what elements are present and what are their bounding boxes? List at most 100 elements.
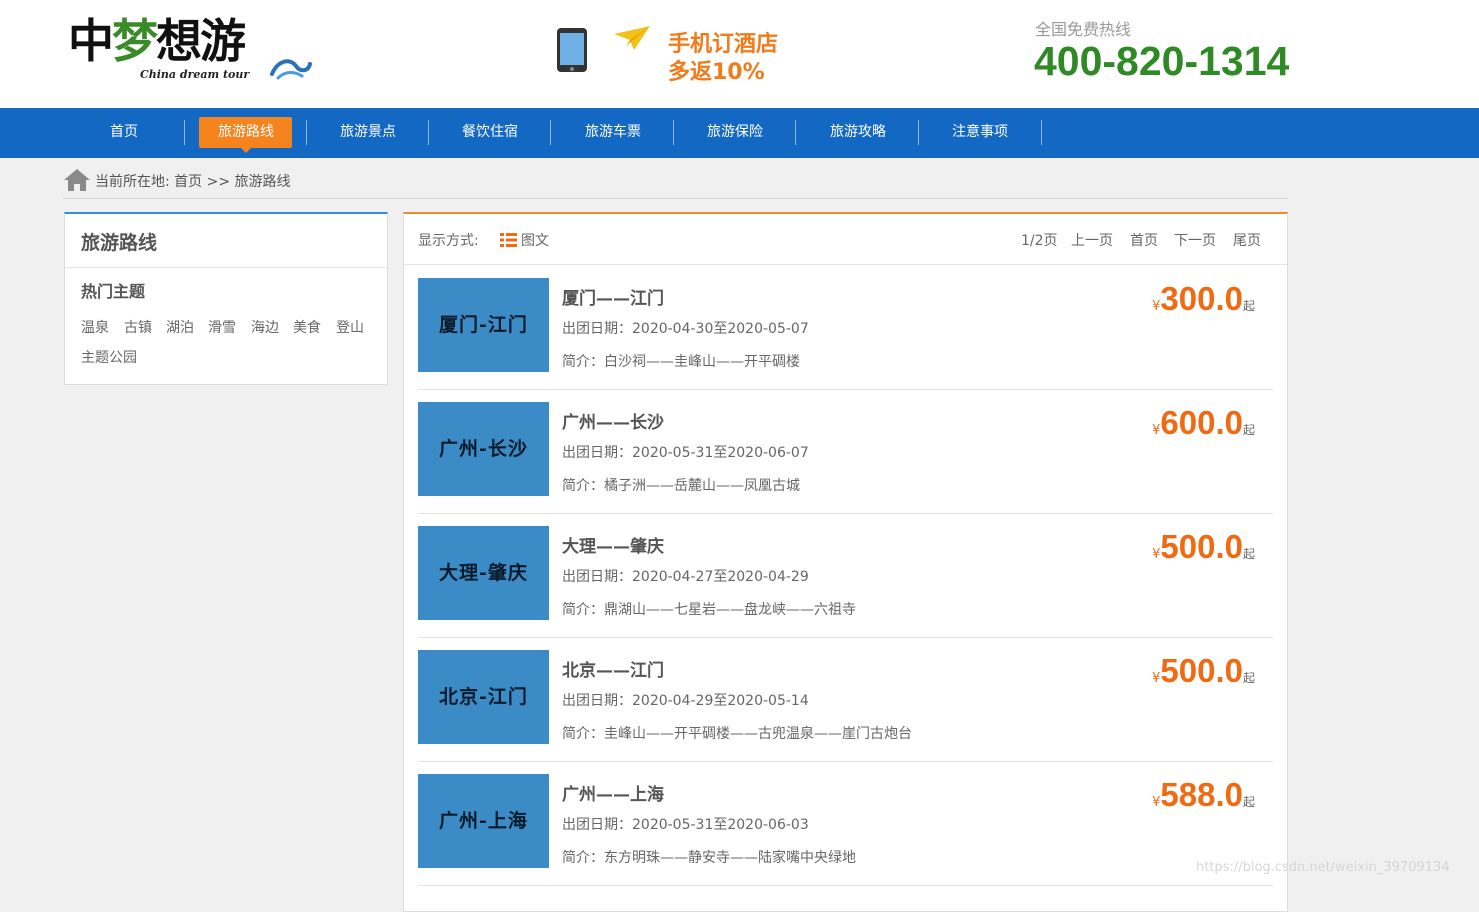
theme-tag[interactable]: 湖泊 (166, 317, 194, 337)
route-title[interactable]: 广州——长沙 (562, 408, 664, 433)
route-description: 简介：圭峰山——开平碉楼——古兜温泉——崖门古炮台 (562, 726, 912, 742)
logo-wordmark: 中梦想游 (68, 10, 246, 72)
route-departure-date: 出团日期：2020-04-30至2020-05-07 (562, 321, 809, 337)
route-item[interactable]: 大理-肇庆 大理——肇庆 出团日期：2020-04-27至2020-04-29 … (418, 514, 1273, 638)
hotline-number: 400-820-1314 (1034, 38, 1290, 84)
nav-label: 首页 (110, 124, 138, 140)
theme-tag[interactable]: 温泉 (81, 317, 109, 337)
nav-item-attractions[interactable]: 旅游景点 (307, 108, 429, 158)
paper-plane-icon (614, 26, 650, 50)
price-value: 500.0 (1160, 528, 1243, 565)
next-page-link[interactable]: 下一页 (1174, 230, 1216, 250)
price-suffix: 起 (1242, 547, 1255, 561)
logo-tagline: China dream tour (140, 68, 250, 81)
route-list-panel: 显示方式: 图文 1/2页 上一页 首页 下一页 尾页 厦门-江门 厦门——江门… (403, 212, 1288, 912)
route-thumbnail[interactable]: 广州-上海 (418, 774, 549, 868)
breadcrumb-text[interactable]: 当前所在地: 首页 >> 旅游路线 (95, 171, 291, 191)
phone-icon (557, 28, 587, 72)
theme-tag[interactable]: 登山 (336, 317, 364, 337)
route-item[interactable]: 广州-上海 广州——上海 出团日期：2020-05-31至2020-06-03 … (418, 762, 1273, 886)
route-price: ¥300.0起 (1152, 280, 1255, 318)
last-page-link[interactable]: 尾页 (1233, 230, 1261, 250)
theme-tag[interactable]: 主题公园 (81, 347, 137, 367)
mobile-hotel-promo[interactable]: 手机订酒店 多返10% (540, 18, 800, 90)
route-price: ¥588.0起 (1152, 776, 1255, 814)
price-value: 600.0 (1160, 404, 1243, 441)
nav-label: 餐饮住宿 (462, 124, 518, 140)
route-description: 简介：白沙祠——圭峰山——开平碉楼 (562, 354, 800, 370)
route-departure-date: 出团日期：2020-04-27至2020-04-29 (562, 569, 809, 585)
nav-item-notes[interactable]: 注意事项 (919, 108, 1041, 158)
route-description: 简介：橘子洲——岳麓山——凤凰古城 (562, 478, 800, 494)
route-price: ¥500.0起 (1152, 652, 1255, 690)
page-info: 1/2页 (1021, 233, 1058, 249)
price-value: 300.0 (1160, 280, 1243, 317)
nav-divider (1041, 120, 1042, 145)
prev-page-link[interactable]: 上一页 (1071, 230, 1113, 250)
logo-char-2: 梦 (112, 14, 158, 68)
route-item[interactable]: 广州-长沙 广州——长沙 出团日期：2020-05-31至2020-06-07 … (418, 390, 1273, 514)
price-suffix: 起 (1242, 423, 1255, 437)
view-mode-image-text[interactable]: 图文 (521, 230, 549, 250)
theme-tag[interactable]: 古镇 (124, 317, 152, 337)
nav-item-guides[interactable]: 旅游攻略 (797, 108, 919, 158)
hotline-label: 全国免费热线 (1035, 20, 1132, 39)
sidebar-title: 旅游路线 (81, 232, 158, 254)
home-icon (64, 169, 90, 191)
route-thumbnail[interactable]: 大理-肇庆 (418, 526, 549, 620)
thumbnail-caption: 广州-上海 (439, 810, 528, 832)
nav-label: 旅游景点 (340, 124, 396, 140)
list-toolbar: 显示方式: 图文 1/2页 上一页 首页 下一页 尾页 (404, 214, 1287, 265)
route-item[interactable]: 厦门-江门 厦门——江门 出团日期：2020-04-30至2020-05-07 … (418, 266, 1273, 390)
route-price: ¥600.0起 (1152, 404, 1255, 442)
thumbnail-caption: 广州-长沙 (439, 438, 528, 460)
nav-item-tickets[interactable]: 旅游车票 (552, 108, 674, 158)
display-mode-label: 显示方式: (418, 233, 479, 249)
nav-label: 旅游保险 (707, 124, 763, 140)
price-value: 500.0 (1160, 652, 1243, 689)
first-page-link[interactable]: 首页 (1130, 230, 1158, 250)
route-thumbnail[interactable]: 北京-江门 (418, 650, 549, 744)
route-title[interactable]: 大理——肇庆 (562, 532, 664, 557)
nav-divider (795, 120, 796, 145)
logo-char-1: 中 (68, 14, 114, 68)
nav-active-caret (240, 147, 252, 153)
sidebar-subtitle: 热门主题 (81, 282, 146, 301)
breadcrumb: 当前所在地: 首页 >> 旅游路线 (63, 164, 1288, 199)
route-thumbnail[interactable]: 广州-长沙 (418, 402, 549, 496)
route-thumbnail[interactable]: 厦门-江门 (418, 278, 549, 372)
thumbnail-caption: 北京-江门 (439, 686, 528, 708)
wave-icon (270, 59, 312, 80)
nav-item-home[interactable]: 首页 (63, 108, 185, 158)
thumbnail-caption: 大理-肇庆 (439, 562, 528, 584)
route-item[interactable]: 北京-江门 北京——江门 出团日期：2020-04-29至2020-05-14 … (418, 638, 1273, 762)
nav-label: 旅游攻略 (830, 124, 886, 140)
thumbnail-caption: 厦门-江门 (439, 314, 528, 336)
route-departure-date: 出团日期：2020-05-31至2020-06-07 (562, 445, 809, 461)
route-departure-date: 出团日期：2020-04-29至2020-05-14 (562, 693, 809, 709)
nav-label: 旅游路线 (218, 124, 274, 140)
theme-tag[interactable]: 美食 (293, 317, 321, 337)
nav-label: 注意事项 (952, 124, 1008, 140)
route-description: 简介：鼎湖山——七星岩——盘龙峡——六祖寺 (562, 602, 856, 618)
price-suffix: 起 (1242, 795, 1255, 809)
price-value: 588.0 (1160, 776, 1243, 813)
theme-tag[interactable]: 海边 (251, 317, 279, 337)
route-title[interactable]: 北京——江门 (562, 656, 664, 681)
list-view-icon[interactable] (500, 233, 517, 247)
site-logo[interactable]: 中梦想游 China dream tour (68, 10, 318, 90)
route-title[interactable]: 广州——上海 (562, 780, 664, 805)
nav-label: 旅游车票 (585, 124, 641, 140)
nav-divider (550, 120, 551, 145)
route-title[interactable]: 厦门——江门 (562, 284, 664, 309)
nav-item-insurance[interactable]: 旅游保险 (674, 108, 796, 158)
logo-char-3: 想游 (156, 14, 246, 68)
nav-item-travel-routes[interactable]: 旅游路线 (185, 108, 307, 158)
route-price: ¥500.0起 (1152, 528, 1255, 566)
theme-tag[interactable]: 滑雪 (208, 317, 236, 337)
promo-line-2: 多返10% (668, 60, 765, 85)
nav-item-dining-lodging[interactable]: 餐饮住宿 (429, 108, 551, 158)
site-header: 中梦想游 China dream tour 手机订酒店 多返10% 全国免费热线… (0, 0, 1479, 108)
sidebar-panel: 旅游路线 热门主题 温泉 古镇 湖泊 滑雪 海边 美食 登山 主题公园 (64, 212, 388, 385)
watermark-text: https://blog.csdn.net/weixin_39709134 (1196, 860, 1450, 875)
